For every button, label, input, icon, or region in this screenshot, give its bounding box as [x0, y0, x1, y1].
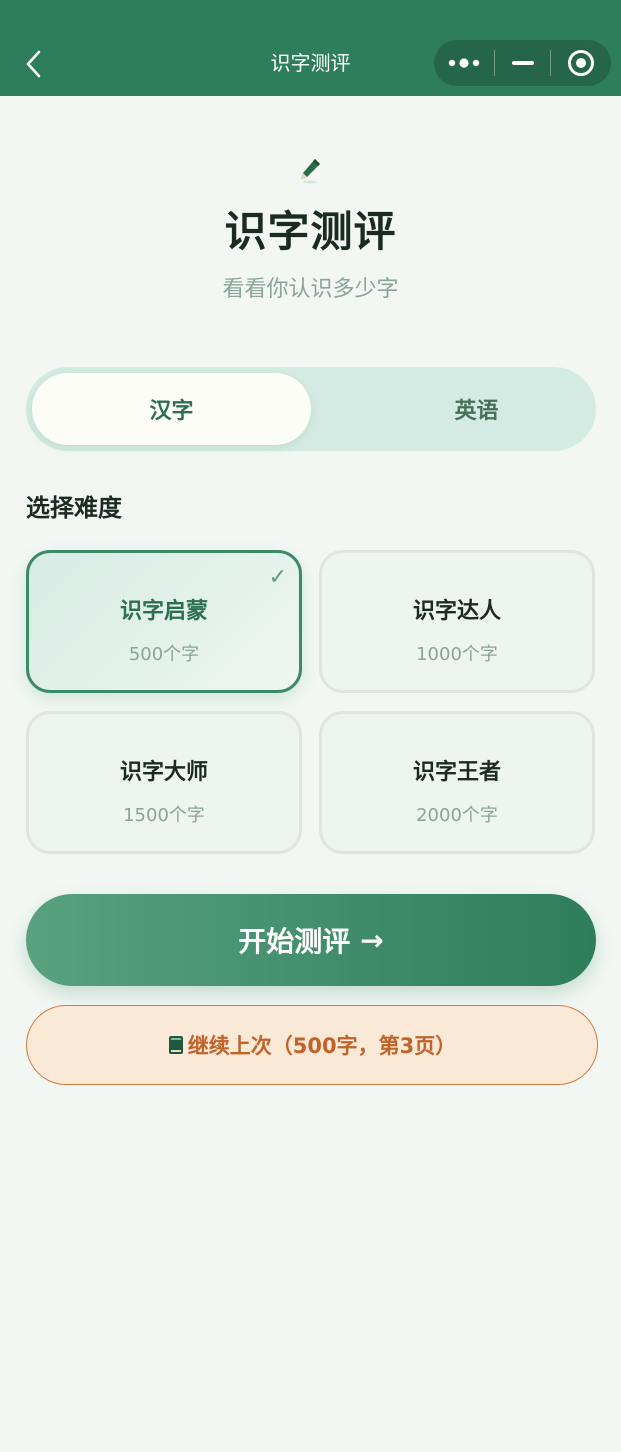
start-button-label: 开始测评 [238, 925, 351, 958]
level-count: 2000个字 [416, 805, 498, 826]
language-toggle: 汉字 英语 [26, 367, 596, 451]
check-icon: ✓ [268, 565, 287, 590]
continue-button-label: 继续上次（500字，第3页） [187, 1034, 457, 1058]
pencil-icon [298, 156, 324, 186]
minimize-button[interactable] [495, 40, 551, 86]
hero-subtitle: 看看你认识多少字 [222, 277, 399, 302]
level-card-beginner[interactable]: ✓ 识字启蒙 500个字 [26, 550, 302, 693]
level-name: 识字大师 [119, 760, 208, 785]
level-name: 识字启蒙 [119, 599, 208, 624]
navbar: 识字测评 [0, 0, 621, 96]
level-name: 识字达人 [412, 599, 501, 624]
level-count: 500个字 [128, 644, 200, 665]
difficulty-label: 选择难度 [26, 494, 122, 522]
level-name: 识字王者 [412, 760, 501, 785]
continue-last-button[interactable]: 继续上次（500字，第3页） [26, 1005, 598, 1085]
start-assessment-button[interactable]: 开始测评 → [26, 894, 596, 986]
level-count: 1500个字 [123, 805, 205, 826]
more-dots-icon [448, 58, 480, 68]
book-icon [168, 1035, 184, 1055]
level-card-master[interactable]: 识字大师 1500个字 [26, 711, 302, 854]
page: 识字测评 识字测评 看看你认识多少字 汉字 英语 选择难度 ✓ 识字启蒙 500… [0, 0, 621, 1452]
more-button[interactable] [434, 40, 494, 86]
mini-program-capsule [434, 40, 611, 86]
level-count: 1000个字 [416, 644, 498, 665]
minus-icon [511, 61, 534, 65]
level-card-king[interactable]: 识字王者 2000个字 [319, 711, 595, 854]
tab-chinese[interactable]: 汉字 [32, 373, 311, 445]
hero-title: 识字测评 [224, 207, 397, 256]
arrow-right-icon: → [360, 923, 384, 957]
level-card-expert[interactable]: 识字达人 1000个字 [319, 550, 595, 693]
tab-english[interactable]: 英语 [337, 373, 616, 445]
target-circle-icon [568, 50, 595, 76]
close-button[interactable] [551, 40, 611, 86]
